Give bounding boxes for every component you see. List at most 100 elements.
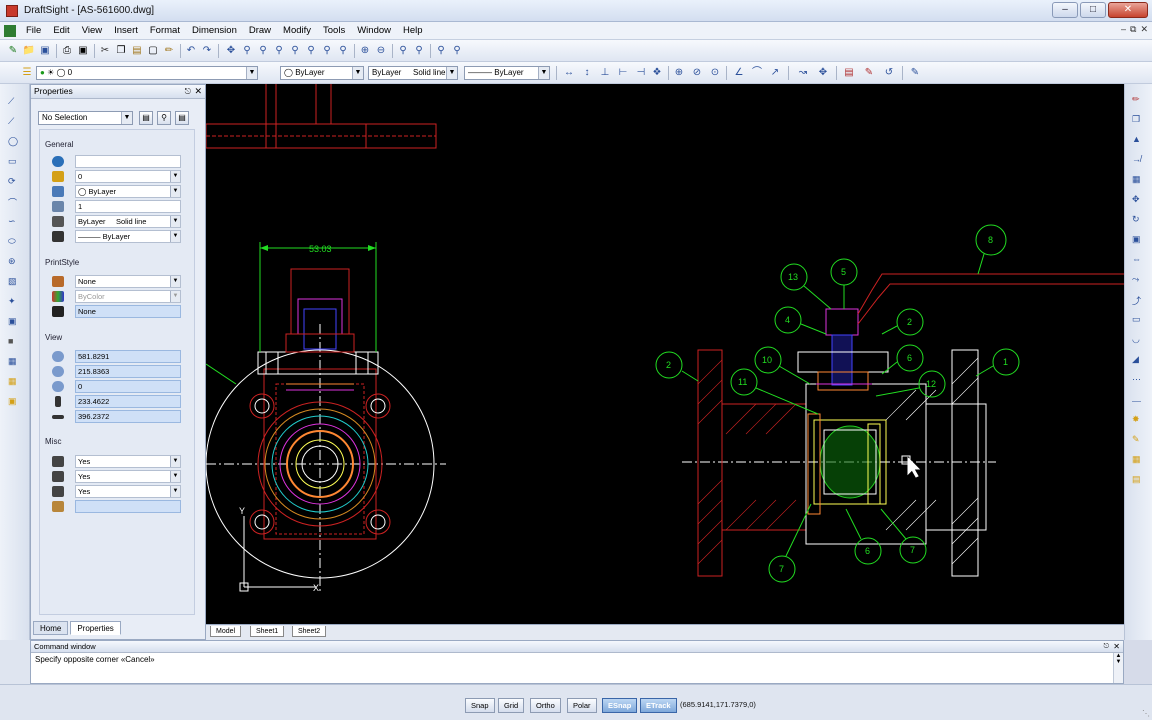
zoom-scale-icon[interactable]: ⚲ [304, 44, 318, 58]
print-icon[interactable]: ⎙ [60, 44, 74, 58]
edit-text-icon[interactable]: ▤ [1132, 474, 1146, 488]
undo-icon[interactable]: ↶ [184, 44, 198, 58]
move-icon[interactable]: ✥ [1132, 194, 1146, 208]
format-painter-icon[interactable]: ✏ [162, 44, 176, 58]
tab-home[interactable]: Home [33, 621, 69, 635]
prop-lineweight[interactable]: ——— ByLayer ▼ [75, 230, 181, 243]
center-mark-icon[interactable]: ✥ [816, 66, 830, 80]
chevron-down-icon[interactable]: ▼ [170, 231, 180, 242]
prop-layer[interactable]: 0 ▼ [75, 170, 181, 183]
doc-minimize-icon[interactable]: – [1121, 24, 1126, 35]
ortho-button[interactable]: Ortho [530, 698, 561, 713]
drawing-canvas[interactable]: 53.03 Y X 1 2 2 4 5 6 6 7 7 8 13 10 11 1… [206, 84, 1124, 624]
dimension-text-edit-icon[interactable]: ✎ [862, 66, 876, 80]
command-scrollbar[interactable]: ▲ ▼ [1113, 653, 1123, 683]
dimension-update-icon[interactable]: ↺ [882, 66, 896, 80]
zoom-window-icon[interactable]: ⚲ [256, 44, 270, 58]
scale-icon[interactable]: ▣ [1132, 234, 1146, 248]
chevron-down-icon[interactable]: ▼ [170, 456, 180, 467]
doc-restore-icon[interactable]: ⧉ [1130, 24, 1136, 35]
radius-dimension-icon[interactable]: ⊕ [672, 66, 686, 80]
pin-icon[interactable]: ⎋ [1103, 641, 1109, 652]
menu-tools[interactable]: Tools [317, 25, 351, 37]
diameter-dimension-icon[interactable]: ⊘ [690, 66, 704, 80]
zoom-previous-icon[interactable]: ⚲ [272, 44, 286, 58]
circle-icon[interactable]: ◯ [8, 136, 22, 150]
prop-ucs-viewport[interactable]: Yes ▼ [75, 485, 181, 498]
jogged-dimension-icon[interactable]: ⊙ [708, 66, 722, 80]
dimension-edit-icon[interactable]: ▤ [842, 66, 856, 80]
table-icon[interactable]: ▦ [8, 376, 22, 390]
prop-center-z[interactable]: 0 [75, 380, 181, 393]
region-icon[interactable]: ✦ [8, 296, 22, 310]
zoom-extents-icon[interactable]: ⚲ [412, 44, 426, 58]
hatch-icon[interactable]: ▧ [8, 276, 22, 290]
erase-icon[interactable]: ✏ [1132, 94, 1146, 108]
layer-combo[interactable]: ● ☀ ◯ 0 ▼ [36, 66, 258, 80]
prop-printstyle-color[interactable]: ByColor ▼ [75, 290, 181, 303]
color-combo[interactable]: ◯ ByLayer ▼ [280, 66, 364, 80]
linear-dimension-icon[interactable]: ↔ [562, 66, 576, 80]
ordinate-dimension-icon[interactable]: ⊥ [598, 66, 612, 80]
chevron-down-icon[interactable]: ▼ [170, 171, 180, 182]
toggle-pickadd-icon[interactable]: ▤ [175, 111, 189, 125]
prop-ucs-icon-on[interactable]: Yes ▼ [75, 455, 181, 468]
angle-dimension-icon[interactable]: ∠ [732, 66, 746, 80]
menu-help[interactable]: Help [397, 25, 429, 37]
menu-file[interactable]: File [20, 25, 47, 37]
tolerance-icon[interactable]: ↝ [796, 66, 810, 80]
etrack-button[interactable]: ETrack [640, 698, 677, 713]
doc-close-icon[interactable]: ✕ [1140, 24, 1148, 35]
redo-icon[interactable]: ↷ [200, 44, 214, 58]
zoom-center-icon[interactable]: ⚲ [320, 44, 334, 58]
line-icon[interactable]: ⟋ [8, 96, 22, 110]
smart-dimension-icon[interactable]: ❖ [650, 66, 664, 80]
zoom-in-icon[interactable]: ⊕ [358, 44, 372, 58]
prop-linestyle[interactable]: ByLayer Solid line ▼ [75, 215, 181, 228]
save-icon[interactable]: ▣ [38, 44, 52, 58]
ellipse-icon[interactable]: ⬭ [8, 236, 22, 250]
prop-height[interactable]: 233.4622 [75, 395, 181, 408]
minimize-button[interactable]: – [1052, 2, 1078, 18]
paste-special-icon[interactable]: ▢ [146, 44, 160, 58]
new-icon[interactable]: ✎ [6, 44, 20, 58]
paste-icon[interactable]: ▤ [130, 44, 144, 58]
tab-sheet1[interactable]: Sheet1 [250, 626, 285, 637]
block-icon[interactable]: ■ [8, 336, 22, 350]
menu-draw[interactable]: Draw [243, 25, 277, 37]
close-icon[interactable]: ✕ [1113, 641, 1120, 652]
chevron-down-icon[interactable]: ▼ [170, 291, 180, 302]
chevron-down-icon[interactable]: ▼ [246, 67, 257, 79]
spline-icon[interactable]: ∽ [8, 216, 22, 230]
chevron-down-icon[interactable]: ▼ [446, 67, 457, 79]
chevron-down-icon[interactable]: ▼ [170, 471, 180, 482]
zoom-fit-icon[interactable]: ⚲ [434, 44, 448, 58]
fillet-icon[interactable]: ◡ [1132, 334, 1146, 348]
chevron-down-icon[interactable]: ▼ [170, 216, 180, 227]
zoom-out-icon[interactable]: ⊖ [374, 44, 388, 58]
zoom-all-icon[interactable]: ⚲ [396, 44, 410, 58]
dimension-style-icon[interactable]: ✎ [908, 66, 922, 80]
arc-length-dimension-icon[interactable]: ⌒ [750, 66, 764, 80]
prop-ucs-origin[interactable]: Yes ▼ [75, 470, 181, 483]
tab-sheet2[interactable]: Sheet2 [292, 626, 327, 637]
cut-icon[interactable]: ✂ [98, 44, 112, 58]
prop-ucs-name[interactable] [75, 500, 181, 513]
resize-grip-icon[interactable]: ⋱ [1142, 709, 1150, 718]
zoom-realtime-icon[interactable]: ⚲ [240, 44, 254, 58]
rectangle-icon[interactable]: ▭ [8, 156, 22, 170]
arc-icon[interactable]: ⌒ [8, 196, 22, 210]
snap-button[interactable]: Snap [465, 698, 495, 713]
tab-properties[interactable]: Properties [70, 621, 121, 635]
prop-center-x[interactable]: 581.8291 [75, 350, 181, 363]
rotate-icon[interactable]: ↻ [1132, 214, 1146, 228]
point-icon[interactable]: ⊛ [8, 256, 22, 270]
menu-window[interactable]: Window [351, 25, 397, 37]
lengthen-icon[interactable]: ⎼ [1132, 394, 1146, 408]
prop-printstyle[interactable]: None ▼ [75, 275, 181, 288]
maximize-button[interactable]: □ [1080, 2, 1106, 18]
grid-button[interactable]: Grid [498, 698, 525, 713]
prop-linecolor[interactable]: ◯ ByLayer ▼ [75, 185, 181, 198]
chevron-down-icon[interactable]: ▼ [170, 486, 180, 497]
copy-entity-icon[interactable]: ❐ [1132, 114, 1146, 128]
